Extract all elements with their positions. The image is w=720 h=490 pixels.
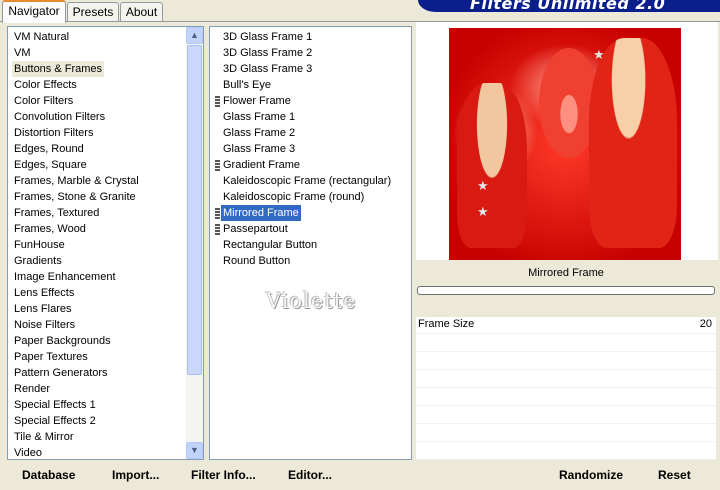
param-label: Frame Size bbox=[418, 318, 475, 330]
filter-item[interactable]: Round Button bbox=[221, 253, 292, 269]
category-item[interactable]: Gradients bbox=[12, 253, 64, 269]
filter-item[interactable]: Passepartout bbox=[221, 221, 290, 237]
filter-item[interactable]: 3D Glass Frame 3 bbox=[221, 61, 314, 77]
scrollbar-thumb[interactable] bbox=[187, 45, 202, 375]
filter-item[interactable]: Bull's Eye bbox=[221, 77, 273, 93]
star-icon: ★ bbox=[477, 204, 489, 219]
tab-presets[interactable]: Presets bbox=[67, 2, 119, 21]
filter-item[interactable]: 3D Glass Frame 1 bbox=[221, 29, 314, 45]
category-item[interactable]: Paper Backgrounds bbox=[12, 333, 113, 349]
drag-grip-icon bbox=[215, 160, 220, 171]
category-item[interactable]: Frames, Textured bbox=[12, 205, 101, 221]
drag-grip-icon bbox=[215, 224, 220, 235]
category-item[interactable]: Video bbox=[12, 445, 44, 461]
category-item[interactable]: Convolution Filters bbox=[12, 109, 107, 125]
tab-navigator[interactable]: Navigator bbox=[2, 0, 66, 23]
preview-filter-name: Mirrored Frame bbox=[528, 267, 604, 279]
category-item[interactable]: Edges, Round bbox=[12, 141, 86, 157]
tab-about[interactable]: About bbox=[120, 2, 163, 21]
filter-item[interactable]: Kaleidoscopic Frame (round) bbox=[221, 189, 366, 205]
parameter-panel[interactable]: Frame Size 20 bbox=[416, 317, 716, 460]
category-item[interactable]: Distortion Filters bbox=[12, 125, 95, 141]
category-item[interactable]: VM Natural bbox=[12, 29, 71, 45]
category-item[interactable]: Image Enhancement bbox=[12, 269, 118, 285]
watermark-text: Violette bbox=[266, 289, 357, 313]
category-item[interactable]: Frames, Marble & Crystal bbox=[12, 173, 141, 189]
category-item[interactable]: Color Filters bbox=[12, 93, 75, 109]
progress-bar bbox=[417, 286, 715, 295]
filter-item[interactable]: Glass Frame 1 bbox=[221, 109, 297, 125]
filter-info-button[interactable]: Filter Info... bbox=[191, 466, 256, 484]
filter-item[interactable]: Rectangular Button bbox=[221, 237, 319, 253]
editor-button[interactable]: Editor... bbox=[288, 466, 332, 484]
filter-item[interactable]: Kaleidoscopic Frame (rectangular) bbox=[221, 173, 393, 189]
chevron-up-icon[interactable]: ▲ bbox=[186, 27, 203, 44]
figure-left bbox=[457, 83, 527, 248]
chevron-down-icon[interactable]: ▼ bbox=[186, 442, 203, 459]
param-row[interactable] bbox=[416, 335, 716, 352]
param-row[interactable]: Frame Size 20 bbox=[416, 317, 716, 334]
category-item[interactable]: Special Effects 1 bbox=[12, 397, 98, 413]
filter-item[interactable]: Glass Frame 2 bbox=[221, 125, 297, 141]
category-item[interactable]: FunHouse bbox=[12, 237, 67, 253]
reset-button[interactable]: Reset bbox=[658, 466, 691, 484]
param-row[interactable] bbox=[416, 389, 716, 406]
filter-item[interactable]: Flower Frame bbox=[221, 93, 293, 109]
category-item[interactable]: Frames, Stone & Granite bbox=[12, 189, 138, 205]
category-item[interactable]: Frames, Wood bbox=[12, 221, 88, 237]
preview-image: ★ ★ ★ bbox=[449, 28, 681, 260]
star-icon: ★ bbox=[477, 178, 489, 193]
figure-right bbox=[589, 38, 677, 248]
param-row[interactable] bbox=[416, 353, 716, 370]
filter-item[interactable]: Gradient Frame bbox=[221, 157, 302, 173]
drag-grip-icon bbox=[215, 208, 220, 219]
category-item[interactable]: Noise Filters bbox=[12, 317, 77, 333]
param-value[interactable]: 20 bbox=[700, 318, 712, 330]
category-item[interactable]: Special Effects 2 bbox=[12, 413, 98, 429]
category-item[interactable]: Color Effects bbox=[12, 77, 79, 93]
banner: Filters Unlimited 2.0 bbox=[418, 0, 720, 12]
randomize-button[interactable]: Randomize bbox=[559, 466, 623, 484]
import-button[interactable]: Import... bbox=[112, 466, 159, 484]
drag-grip-icon bbox=[215, 96, 220, 107]
category-item[interactable]: Buttons & Frames bbox=[12, 61, 105, 77]
param-row[interactable] bbox=[416, 425, 716, 442]
category-item[interactable]: Lens Flares bbox=[12, 301, 73, 317]
category-item[interactable]: Lens Effects bbox=[12, 285, 76, 301]
category-item[interactable]: Tile & Mirror bbox=[12, 429, 75, 445]
category-item[interactable]: Paper Textures bbox=[12, 349, 90, 365]
filter-item[interactable]: Mirrored Frame bbox=[221, 205, 301, 221]
database-button[interactable]: Database bbox=[22, 466, 75, 484]
star-icon: ★ bbox=[593, 47, 605, 62]
filter-list[interactable]: 3D Glass Frame 1 3D Glass Frame 2 3D Glass… bbox=[209, 26, 412, 460]
param-row[interactable] bbox=[416, 443, 716, 460]
category-list[interactable]: VM Natural VM Buttons & Frames Color Effect… bbox=[7, 26, 204, 460]
filter-item[interactable]: 3D Glass Frame 2 bbox=[221, 45, 314, 61]
category-item[interactable]: Render bbox=[12, 381, 52, 397]
filter-item[interactable]: Glass Frame 3 bbox=[221, 141, 297, 157]
banner-title: Filters Unlimited 2.0 bbox=[470, 0, 666, 12]
category-item[interactable]: VM bbox=[12, 45, 33, 61]
param-row[interactable] bbox=[416, 371, 716, 388]
category-item[interactable]: Edges, Square bbox=[12, 157, 89, 173]
param-row[interactable] bbox=[416, 407, 716, 424]
category-item[interactable]: Pattern Generators bbox=[12, 365, 110, 381]
